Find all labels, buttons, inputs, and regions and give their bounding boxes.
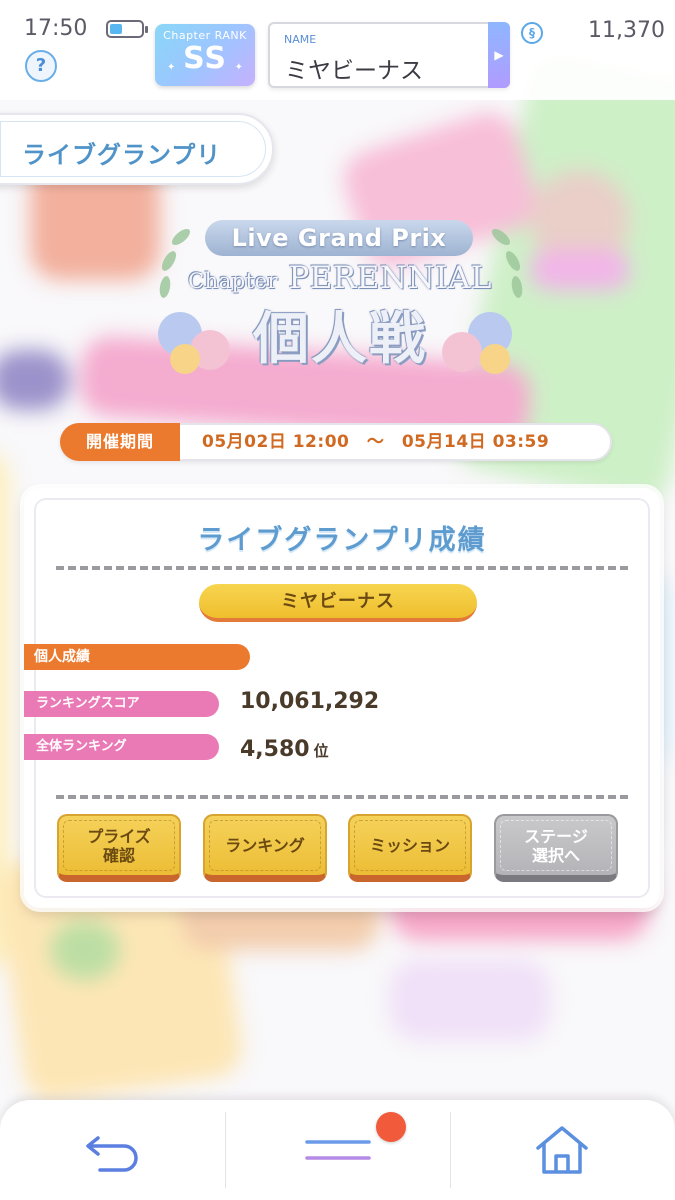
period-label: 開催期間 [60, 423, 180, 461]
prize-check-button[interactable]: プライズ 確認 [57, 814, 181, 882]
ranking-button[interactable]: ランキング [203, 814, 327, 882]
menu-icon [305, 1140, 371, 1160]
overall-ranking: 4,580 位 [240, 737, 329, 762]
overall-ranking-value: 4,580 [240, 737, 310, 762]
notification-badge [376, 1112, 406, 1142]
sparkle-icon: ✦ [234, 62, 243, 73]
sparkle-icon: ✦ [167, 62, 176, 73]
results-title: ライブグランプリ成績 [197, 525, 487, 556]
divider [56, 795, 628, 799]
chapter-rank-badge[interactable]: Chapter RANK SS ✦ ✦ [155, 24, 255, 86]
stage-select-button[interactable]: ステージ 選択へ [494, 814, 618, 882]
divider [56, 566, 628, 570]
event-period: 開催期間 05月02日 12:00 ～ 05月14日 03:59 [60, 423, 612, 461]
rank-unit: 位 [313, 742, 329, 760]
page-title: ライブグランプリ [22, 141, 222, 169]
currency-value: 11,370 [588, 18, 665, 43]
bottom-navigation [0, 1100, 675, 1200]
menu-button[interactable] [225, 1100, 450, 1200]
mission-button[interactable]: ミッション [348, 814, 472, 882]
results-panel: ライブグランプリ成績 ミヤビーナス 個人成績 ランキングスコア 10,061,2… [24, 488, 660, 908]
logo-chapter-name: Chapter PERENNIAL [185, 260, 495, 296]
logo-live-grand-prix: Live Grand Prix [205, 220, 473, 256]
ranking-score-value: 10,061,292 [240, 689, 380, 714]
ranking-score-label: ランキングスコア [24, 691, 219, 717]
help-icon[interactable]: ? [25, 50, 57, 82]
back-button[interactable] [0, 1100, 225, 1200]
results-player-name: ミヤビーナス [199, 584, 477, 622]
player-name: ミヤビーナス [285, 58, 423, 84]
player-name-box[interactable]: NAME ミヤビーナス ▶ [268, 22, 510, 88]
clock-time: 17:50 [24, 16, 88, 41]
logo-chapter-title: PERENNIAL [288, 260, 492, 296]
page-title-tab: ライブグランプリ [0, 113, 274, 185]
battery-icon [106, 20, 148, 38]
top-status-bar: 17:50 ? Chapter RANK SS ✦ ✦ NAME ミヤビーナス … [0, 0, 675, 100]
logo-mode: 個人戦 [253, 307, 427, 372]
home-button[interactable] [450, 1100, 675, 1200]
period-value: 05月02日 12:00 ～ 05月14日 03:59 [202, 432, 550, 452]
event-logo: Live Grand Prix Chapter PERENNIAL 個人戦 [150, 212, 530, 382]
overall-ranking-label: 全体ランキング [24, 734, 219, 760]
home-icon [536, 1126, 588, 1174]
currency-icon: § [521, 22, 543, 44]
chevron-right-icon[interactable]: ▶ [488, 22, 510, 88]
logo-chapter-word: Chapter [188, 269, 279, 293]
name-label: NAME [284, 33, 317, 46]
back-icon [86, 1136, 138, 1172]
section-header: 個人成績 [24, 644, 250, 670]
